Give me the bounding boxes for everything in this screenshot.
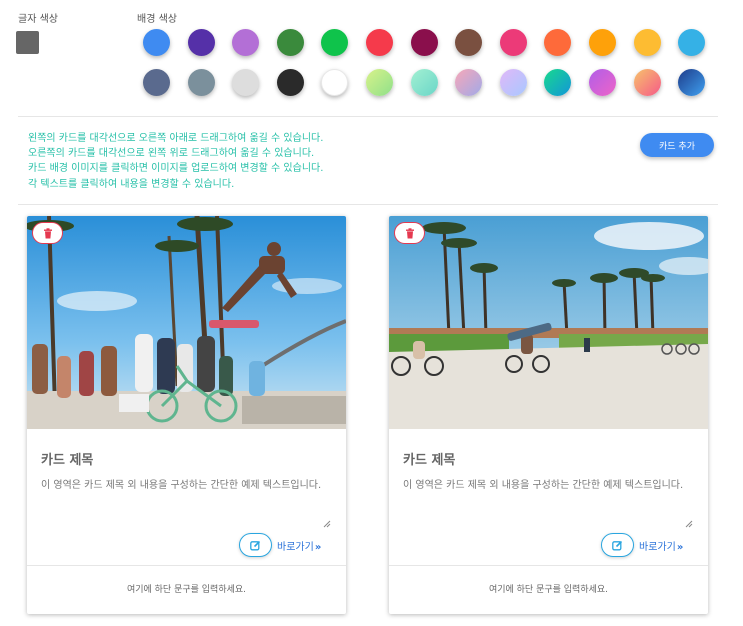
text-color-label: 글자 색상 (18, 14, 58, 25)
card[interactable]: 카드 제목 이 영역은 카드 제목 외 내용을 구성하는 간단한 예제 텍스트입… (27, 216, 346, 614)
card-footer-divider (389, 565, 708, 566)
delete-card-button[interactable] (394, 222, 425, 244)
go-link[interactable]: 바로가기» (277, 538, 321, 553)
edit-icon (612, 540, 623, 550)
instruction-line: 왼쪽의 카드를 대각선으로 오른쪽 아래로 드래그하여 옮길 수 있습니다. (28, 133, 324, 144)
edit-link-button[interactable] (239, 533, 272, 557)
resize-handle-icon[interactable] (685, 520, 693, 528)
bg-color-swatch[interactable] (588, 69, 616, 96)
card-background-image[interactable] (27, 216, 346, 429)
bg-color-swatch[interactable] (276, 29, 304, 56)
edit-icon (250, 540, 261, 550)
go-link-label: 바로가기 (639, 542, 676, 553)
card-footer-text[interactable]: 여기에 하단 문구를 입력하세요. (27, 582, 346, 595)
bg-color-swatch[interactable] (365, 69, 393, 96)
instruction-line: 오른쪽의 카드를 대각선으로 왼쪽 위로 드래그하여 옮길 수 있습니다. (28, 148, 315, 160)
bg-color-swatch[interactable] (544, 29, 572, 56)
text-color-swatch[interactable] (16, 31, 39, 54)
bg-color-swatch[interactable] (633, 69, 661, 96)
bg-color-swatch[interactable] (588, 29, 616, 56)
bg-color-swatch[interactable] (633, 29, 661, 56)
bg-color-palette-row-1 (143, 29, 723, 56)
add-card-button[interactable]: 카드 추가 (640, 133, 714, 157)
edit-link-button[interactable] (601, 533, 634, 557)
resize-handle-icon[interactable] (323, 520, 331, 528)
bg-color-swatch[interactable] (544, 69, 572, 96)
bg-color-swatch[interactable] (455, 29, 483, 56)
card-title[interactable]: 카드 제목 (403, 449, 455, 468)
card-text[interactable]: 이 영역은 카드 제목 외 내용을 구성하는 간단한 예제 텍스트입니다. (403, 478, 697, 528)
bg-color-swatch[interactable] (365, 29, 393, 56)
divider (18, 116, 718, 117)
bg-color-swatch[interactable] (499, 29, 527, 56)
bg-color-swatch[interactable] (143, 29, 170, 56)
bg-color-label: 배경 색상 (137, 14, 177, 25)
bg-color-swatch[interactable] (143, 69, 170, 96)
instruction-line: 카드 배경 이미지를 클릭하면 이미지를 업로드하여 변경할 수 있습니다. (28, 163, 324, 175)
card-footer-divider (27, 565, 346, 566)
bg-color-palette-row-2 (143, 69, 723, 96)
bg-color-swatch[interactable] (321, 69, 349, 96)
card-title[interactable]: 카드 제목 (41, 449, 93, 468)
trash-icon (43, 227, 52, 238)
instructions: 왼쪽의 카드를 대각선으로 오른쪽 아래로 드래그하여 옮길 수 있습니다. 오… (28, 131, 323, 192)
bg-color-swatch[interactable] (678, 69, 706, 96)
card-footer-text[interactable]: 여기에 하단 문구를 입력하세요. (389, 582, 708, 595)
card-text[interactable]: 이 영역은 카드 제목 외 내용을 구성하는 간단한 예제 텍스트입니다. (41, 478, 335, 528)
bg-color-swatch[interactable] (232, 29, 260, 56)
divider (18, 204, 718, 205)
bg-color-swatch[interactable] (187, 29, 215, 56)
go-link[interactable]: 바로가기» (639, 538, 683, 553)
bg-color-swatch[interactable] (678, 29, 706, 56)
trash-icon (405, 227, 414, 238)
card-background-image[interactable] (389, 216, 708, 429)
bg-color-swatch[interactable] (499, 69, 527, 96)
instruction-line: 각 텍스트를 클릭하여 내용을 변경할 수 있습니다. (28, 178, 235, 190)
bg-color-swatch[interactable] (232, 69, 260, 96)
bg-color-swatch[interactable] (276, 69, 304, 96)
double-chevron-right-icon: » (676, 542, 684, 553)
delete-card-button[interactable] (32, 222, 63, 244)
bg-color-swatch[interactable] (410, 29, 438, 56)
go-link-label: 바로가기 (277, 542, 314, 553)
bg-color-swatch[interactable] (321, 29, 349, 56)
bg-color-swatch[interactable] (455, 69, 483, 96)
bg-color-swatch[interactable] (187, 69, 215, 96)
double-chevron-right-icon: » (314, 542, 322, 553)
card[interactable]: 카드 제목 이 영역은 카드 제목 외 내용을 구성하는 간단한 예제 텍스트입… (389, 216, 708, 614)
bg-color-swatch[interactable] (410, 69, 438, 96)
